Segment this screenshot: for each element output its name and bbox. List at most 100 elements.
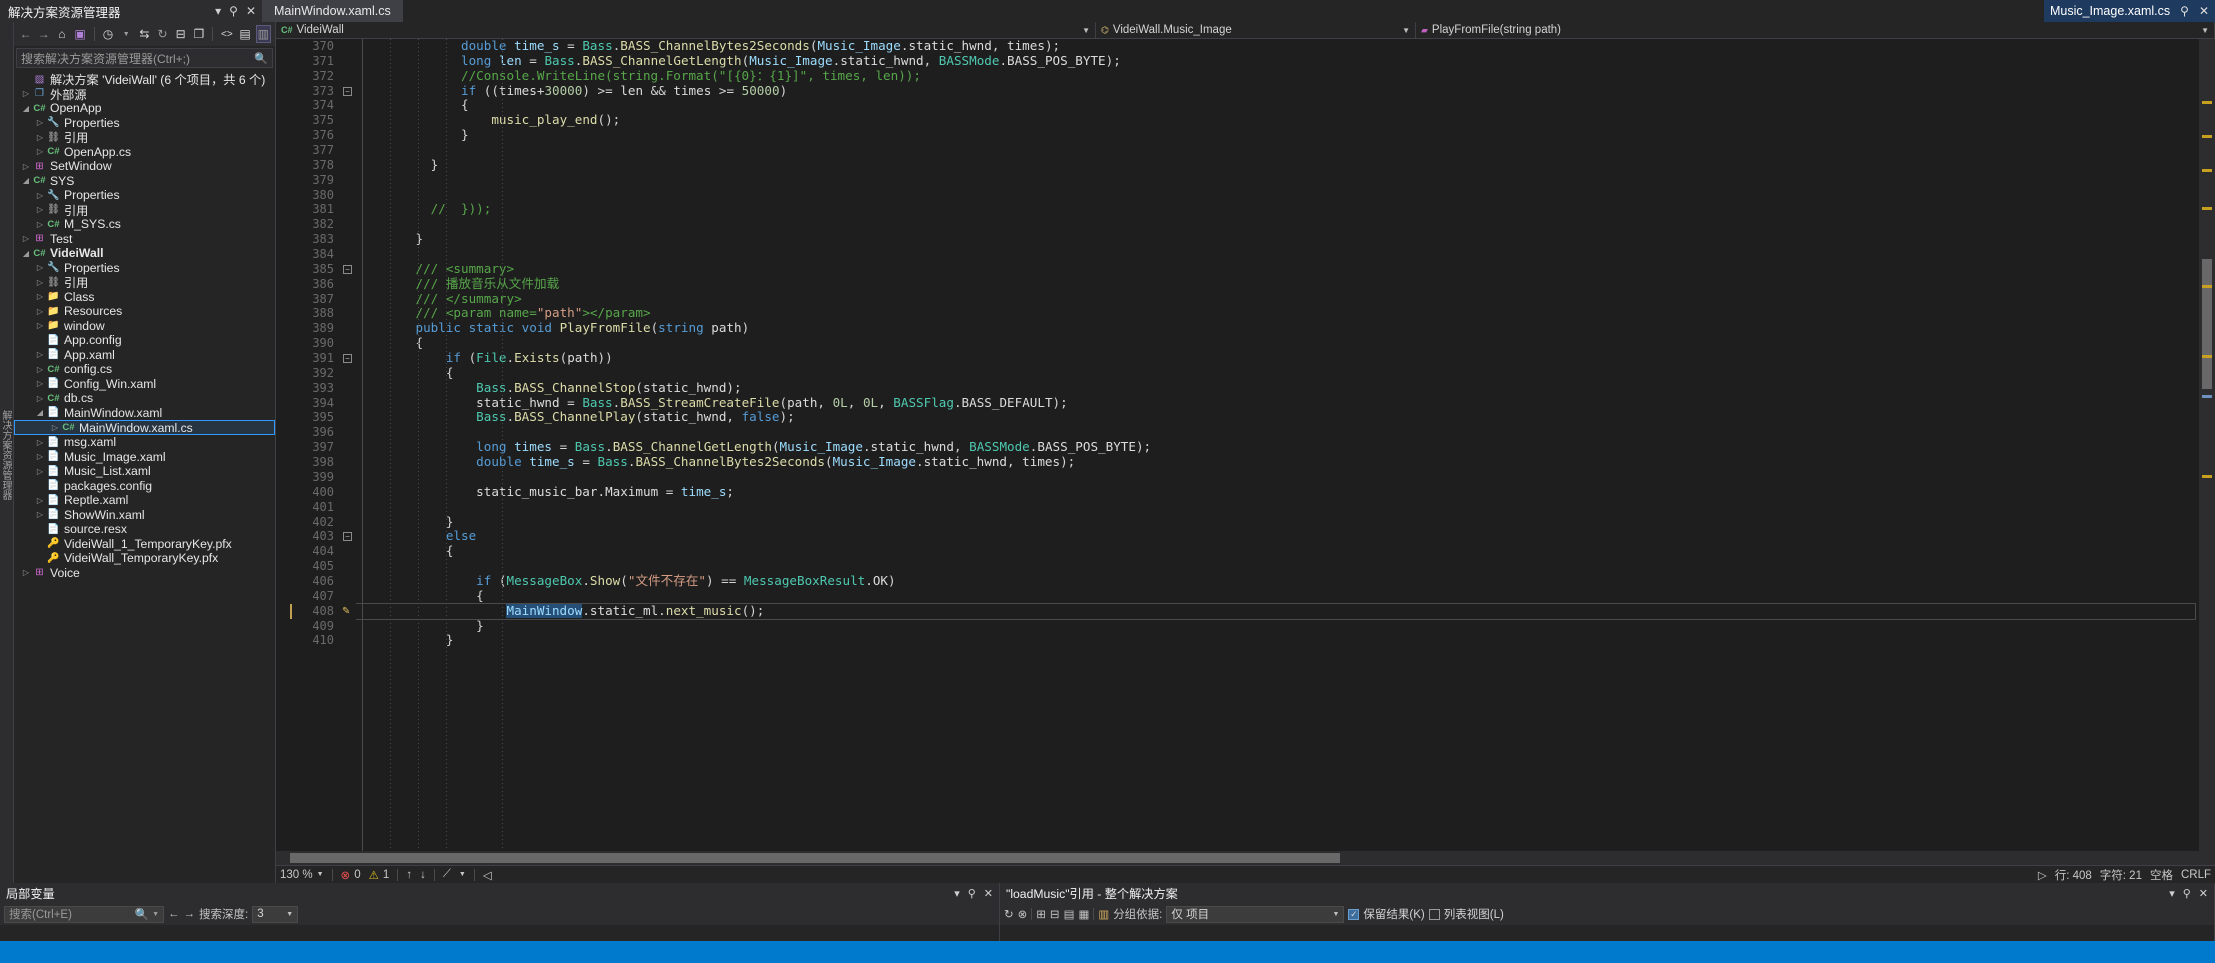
- code-line[interactable]: /// </summary>: [356, 291, 2199, 307]
- tree-item-test[interactable]: ▷ ⊞ Test: [14, 232, 275, 247]
- code-line[interactable]: }: [356, 231, 2199, 247]
- solution-explorer-search[interactable]: 搜索解决方案资源管理器(Ctrl+;) 🔍: [16, 48, 273, 68]
- collapse-arrow-icon[interactable]: ▷: [34, 118, 46, 127]
- code-line[interactable]: /// 播放音乐从文件加载: [356, 276, 2199, 292]
- error-list-toggle[interactable]: ⊗ 0: [341, 868, 361, 882]
- find-results-list-icon[interactable]: ▤: [1064, 907, 1075, 921]
- outlining-margin[interactable]: − − − − ✎: [340, 39, 356, 851]
- tree-item-msg.xaml[interactable]: ▷ 📄 msg.xaml: [14, 435, 275, 450]
- locals-nav-back-icon[interactable]: ←: [168, 908, 180, 920]
- locals-search-input[interactable]: 搜索(Ctrl+E) 🔍 ▼: [4, 905, 164, 923]
- tree-item-music_list.xaml[interactable]: ▷ 📄 Music_List.xaml: [14, 464, 275, 479]
- chevron-down-icon[interactable]: ▼: [317, 871, 324, 878]
- code-line[interactable]: {: [356, 588, 2199, 604]
- tree-item-resources[interactable]: ▷ 📁 Resources: [14, 304, 275, 319]
- find-results-list[interactable]: [1000, 925, 2214, 941]
- solution-explorer-pin-icon[interactable]: ⚲: [229, 5, 238, 17]
- find-results-stop-icon[interactable]: ⊗: [1018, 907, 1028, 921]
- find-results-menu-icon[interactable]: ▾: [2169, 887, 2175, 900]
- tree-item-openapp.cs[interactable]: ▷ C# OpenApp.cs: [14, 145, 275, 160]
- collapse-arrow-icon[interactable]: ▷: [34, 278, 46, 287]
- collapse-arrow-icon[interactable]: ▷: [34, 350, 46, 359]
- intellisense-icon[interactable]: ⟋: [443, 868, 451, 881]
- navbar-project-dropdown[interactable]: C# VideiWall ▼: [276, 22, 1096, 38]
- chevron-down-icon[interactable]: ▼: [2201, 26, 2209, 35]
- code-line[interactable]: }: [356, 618, 2199, 634]
- pending-changes-icon[interactable]: ◷: [100, 25, 115, 43]
- find-results-refresh-icon[interactable]: ↻: [1004, 907, 1014, 921]
- code-line[interactable]: }: [356, 157, 2199, 173]
- solution-explorer-menu-icon[interactable]: ▾: [215, 5, 221, 17]
- find-results-collapse-all-icon[interactable]: ⊟: [1050, 907, 1060, 921]
- tree-item-videiwall_temporarykey.pfx[interactable]: 🔑 VideiWall_TemporaryKey.pfx: [14, 551, 275, 566]
- code-line[interactable]: double time_s = Bass.BASS_ChannelBytes2S…: [356, 39, 2199, 54]
- group-by-select[interactable]: 仅 项目 ▼: [1166, 905, 1345, 923]
- solution-explorer-close-icon[interactable]: ✕: [246, 5, 256, 17]
- find-results-close-icon[interactable]: ✕: [2199, 887, 2208, 900]
- solution-explorer-vertical-tab[interactable]: 解决方案资源管理器: [0, 22, 14, 883]
- tree-item-window[interactable]: ▷ 📁 window: [14, 319, 275, 334]
- outlining-cell[interactable]: −: [340, 529, 356, 544]
- show-all-files-icon[interactable]: ❐: [191, 25, 206, 43]
- code-line[interactable]: {: [356, 543, 2199, 559]
- editor-horizontal-scrollbar[interactable]: [276, 851, 2215, 865]
- collapse-all-icon[interactable]: ⊟: [173, 25, 188, 43]
- code-line[interactable]: /// <summary>: [356, 261, 2199, 277]
- scroll-right-button[interactable]: ▷: [2038, 868, 2047, 882]
- chevron-down-icon[interactable]: ▼: [152, 911, 159, 918]
- tree-item-reptle.xaml[interactable]: ▷ 📄 Reptle.xaml: [14, 493, 275, 508]
- tree-item-videiwall_1_temporarykey.pfx[interactable]: 🔑 VideiWall_1_TemporaryKey.pfx: [14, 537, 275, 552]
- code-line[interactable]: [356, 425, 2199, 440]
- expand-arrow-icon[interactable]: ◢: [20, 249, 32, 258]
- collapse-minus-icon[interactable]: −: [343, 264, 352, 274]
- code-line[interactable]: MainWindow.static_ml.next_music();: [356, 602, 2196, 620]
- tree-item-videiwall[interactable]: ◢ C# VideiWall: [14, 246, 275, 261]
- list-view-checkbox[interactable]: 列表视图(L): [1428, 906, 1504, 922]
- tree-item-source.resx[interactable]: 📄 source.resx: [14, 522, 275, 537]
- next-issue-button[interactable]: ↓: [420, 869, 426, 881]
- collapse-arrow-icon[interactable]: ▷: [34, 394, 46, 403]
- navbar-member-dropdown[interactable]: ▰ PlayFromFile(string path) ▼: [1416, 22, 2215, 38]
- code-line[interactable]: }: [356, 127, 2199, 143]
- collapse-arrow-icon[interactable]: ▷: [34, 510, 46, 519]
- code-line[interactable]: {: [356, 365, 2199, 381]
- code-line[interactable]: }: [356, 514, 2199, 530]
- code-editor-surface[interactable]: 370 371 372 373 374 375 376 377 378 379 380 381 382 3…: [276, 39, 2215, 851]
- code-line[interactable]: music_play_end();: [356, 112, 2199, 128]
- zoom-level[interactable]: 130 % ▼: [280, 869, 324, 881]
- code-line[interactable]: //Console.WriteLine(string.Format("[{0}：…: [356, 68, 2199, 84]
- tree-item-app.config[interactable]: 📄 App.config: [14, 333, 275, 348]
- code-line[interactable]: public static void PlayFromFile(string p…: [356, 320, 2199, 336]
- forward-arrow-icon[interactable]: →: [36, 25, 51, 43]
- locals-pin-icon[interactable]: ⚲: [968, 887, 976, 900]
- outlining-cell[interactable]: −: [340, 351, 356, 366]
- tree-item-sys[interactable]: ◢ C# SYS: [14, 174, 275, 189]
- tree-item-db.cs[interactable]: ▷ C# db.cs: [14, 391, 275, 406]
- code-line[interactable]: [356, 143, 2199, 158]
- chevron-down-icon[interactable]: ▼: [1082, 26, 1090, 35]
- code-line[interactable]: static_music_bar.Maximum = time_s;: [356, 484, 2199, 500]
- tree-item-config.cs[interactable]: ▷ C# config.cs: [14, 362, 275, 377]
- scrollbar-thumb[interactable]: [290, 853, 1340, 863]
- document-pin-icon[interactable]: ⚲: [2180, 4, 2189, 18]
- prev-issue-button[interactable]: ↑: [406, 869, 412, 881]
- tree-item-properties[interactable]: ▷ 🔧 Properties: [14, 261, 275, 276]
- code-line[interactable]: // }));: [356, 202, 2199, 217]
- editor-vertical-scrollbar[interactable]: [2199, 39, 2215, 851]
- properties-icon[interactable]: ▤: [237, 25, 252, 43]
- solution-view-icon[interactable]: ▣: [72, 25, 87, 43]
- collapse-arrow-icon[interactable]: ▷: [34, 438, 46, 447]
- code-line[interactable]: Bass.BASS_ChannelPlay(static_hwnd, false…: [356, 410, 2199, 425]
- tree-item-setwindow[interactable]: ▷ ⊞ SetWindow: [14, 159, 275, 174]
- tree-item-config_win.xaml[interactable]: ▷ 📄 Config_Win.xaml: [14, 377, 275, 392]
- code-line[interactable]: static_hwnd = Bass.BASS_StreamCreateFile…: [356, 395, 2199, 411]
- code-line[interactable]: [356, 217, 2199, 232]
- scroll-left-button[interactable]: ◁: [483, 868, 492, 882]
- expand-arrow-icon[interactable]: ◢: [20, 176, 32, 185]
- tree-item-mainwindow.xaml.cs[interactable]: ▷ C# MainWindow.xaml.cs: [14, 420, 275, 435]
- tree-item-[interactable]: ▷ ⛓ 引用: [14, 203, 275, 218]
- code-line[interactable]: [356, 188, 2199, 203]
- collapse-arrow-icon[interactable]: ▷: [20, 89, 32, 98]
- code-line[interactable]: [356, 559, 2199, 574]
- tree-item-showwin.xaml[interactable]: ▷ 📄 ShowWin.xaml: [14, 508, 275, 523]
